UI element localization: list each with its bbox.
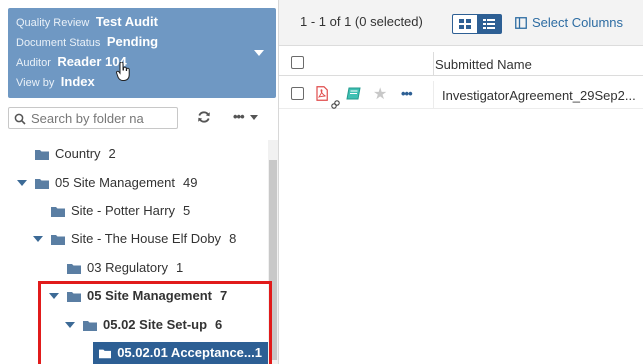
tree-node-count: 8: [229, 231, 237, 246]
annotation-highlight-box: [38, 281, 272, 364]
quality-review-value: Test Audit: [95, 14, 158, 29]
folder-icon: [35, 149, 49, 160]
tree-node-country[interactable]: Country 2: [17, 142, 306, 166]
list-view-icon: [483, 19, 495, 29]
document-status-label: Document Status: [16, 37, 101, 49]
collapse-icon[interactable]: [17, 178, 27, 188]
chevron-down-icon[interactable]: [254, 50, 264, 56]
row-more-icon[interactable]: •••: [401, 86, 413, 101]
documents-panel: 1 - 1 of 1 (0 selected) Select Columns S…: [279, 0, 643, 364]
tree-node-label: 03 Regulatory: [87, 260, 168, 275]
folder-search-input[interactable]: [31, 110, 171, 127]
review-info-panel[interactable]: Quality Review Test Audit Document Statu…: [8, 8, 276, 98]
document-status-row: Document Status Pending: [16, 32, 268, 52]
pdf-file-icon[interactable]: [316, 86, 328, 106]
tree-node-label: Site - The House Elf Doby: [71, 231, 222, 246]
grid-header: Submitted Name: [279, 52, 643, 76]
tree-node-site-management[interactable]: 05 Site Management 49: [17, 171, 197, 195]
row-checkbox[interactable]: [291, 87, 304, 100]
selection-status: 1 - 1 of 1 (0 selected): [300, 14, 423, 29]
column-header-submitted-name[interactable]: Submitted Name: [435, 57, 532, 72]
tree-node-regulatory[interactable]: 03 Regulatory 1: [49, 256, 338, 280]
folder-icon: [51, 234, 65, 245]
star-icon[interactable]: ★: [373, 84, 387, 104]
auditor-label: Auditor: [16, 57, 51, 69]
view-toggle[interactable]: [452, 14, 502, 34]
folder-panel: Quality Review Test Audit Document Statu…: [0, 0, 338, 364]
select-columns-button[interactable]: Select Columns: [515, 15, 623, 30]
submitted-name-cell[interactable]: InvestigatorAgreement_29Sep2...: [442, 88, 642, 103]
refresh-icon[interactable]: [197, 110, 211, 129]
tree-node-count: 49: [182, 175, 198, 190]
tree-node-label: 05 Site Management: [55, 175, 175, 190]
list-view-button[interactable]: [477, 15, 501, 33]
app-window: Quality Review Test Audit Document Statu…: [0, 0, 643, 364]
tree-node-label: Site - Potter Harry: [71, 203, 176, 218]
column-divider: [433, 81, 434, 109]
view-by-row: View by Index: [16, 72, 268, 92]
grid-view-button[interactable]: [453, 15, 477, 33]
select-columns-label: Select Columns: [532, 15, 624, 30]
quality-review-row: Quality Review Test Audit: [16, 12, 268, 32]
tree-options-menu[interactable]: •••: [233, 110, 258, 124]
tree-node-label: Country: [55, 146, 101, 161]
link-icon: [331, 96, 340, 114]
column-divider: [433, 52, 434, 76]
view-by-label: View by: [16, 77, 55, 89]
document-status-value: Pending: [106, 34, 159, 49]
quality-review-label: Quality Review: [16, 17, 90, 29]
documents-toolbar: 1 - 1 of 1 (0 selected) Select Columns: [279, 0, 643, 46]
auditor-row: Auditor Reader 104: [16, 52, 268, 72]
book-icon[interactable]: [346, 87, 362, 106]
more-icon: •••: [233, 109, 245, 124]
grid-view-icon: [459, 19, 471, 29]
tree-node-count: 5: [183, 203, 191, 218]
tree-node-site-potter-harry[interactable]: Site - Potter Harry 5: [33, 199, 322, 223]
folder-icon: [51, 206, 65, 217]
folder-search[interactable]: [8, 107, 178, 129]
select-all-checkbox[interactable]: [291, 56, 304, 69]
columns-icon: [515, 16, 527, 29]
folder-icon: [35, 178, 49, 189]
tree-node-count: 1: [175, 260, 184, 275]
chevron-down-icon: [249, 114, 258, 120]
folder-icon: [67, 263, 81, 274]
table-row[interactable]: ★ ••• InvestigatorAgreement_29Sep2...: [279, 81, 643, 109]
view-by-value: Index: [60, 74, 95, 89]
search-icon: [14, 112, 26, 130]
tree-node-count: 2: [108, 146, 116, 161]
collapse-icon[interactable]: [33, 234, 43, 244]
hand-pointer-icon: [116, 61, 130, 87]
tree-node-site-house-elf-doby[interactable]: Site - The House Elf Doby 8: [33, 227, 236, 251]
